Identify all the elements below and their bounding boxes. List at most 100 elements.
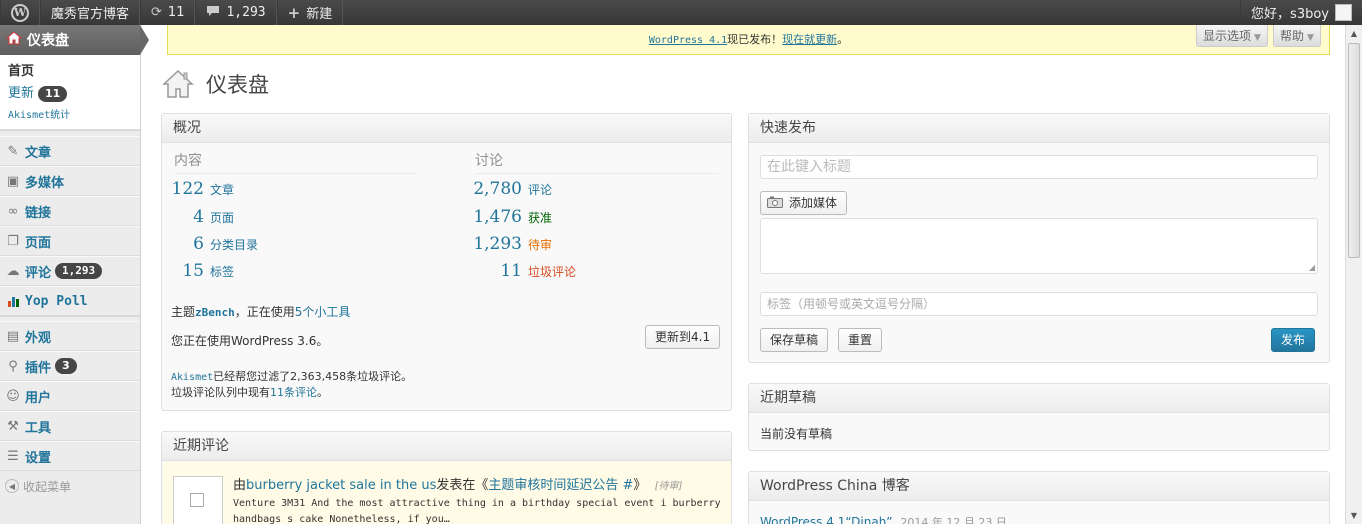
dropdown-arrow-icon: ▼	[1307, 33, 1314, 43]
updates-count-badge: 11	[38, 86, 68, 102]
wp-logo-button[interactable]: W	[0, 0, 40, 25]
users-icon: ☺	[6, 388, 20, 404]
updates-link[interactable]: ⟳ 11	[140, 0, 196, 25]
comment-author-link[interactable]: burberry jacket sale in the us	[246, 478, 436, 493]
menu-tools[interactable]: ⚒ 工具	[0, 411, 140, 441]
site-name-link[interactable]: 魔秀官方博客	[40, 0, 141, 25]
menu-pages[interactable]: ❐ 页面	[0, 226, 140, 256]
my-account-link[interactable]: 您好，s3boy	[1240, 0, 1362, 25]
pending-status: [待审]	[654, 481, 683, 492]
page-scrollbar[interactable]: ▲ ▼	[1345, 25, 1362, 524]
discussion-row[interactable]: 1,476 获准	[470, 207, 552, 227]
menu-appearance[interactable]: ▤ 外观	[0, 321, 140, 351]
feed-item-date: 2014 年 12 月 23 日	[900, 516, 1007, 524]
publish-button[interactable]: 发布	[1271, 328, 1316, 352]
recent-drafts-widget: 近期草稿 当前没有草稿	[748, 383, 1330, 451]
dropdown-arrow-icon: ▼	[1254, 33, 1261, 43]
discussion-row[interactable]: 11 垃圾评论	[470, 261, 576, 281]
wordpress-china-widget: WordPress China 博客 WordPress 4.1“Dinah” …	[748, 471, 1330, 524]
feed-item-link[interactable]: WordPress 4.1“Dinah”	[760, 515, 893, 524]
menu-comments[interactable]: ☁ 评论 1,293	[0, 256, 140, 286]
post-title-input[interactable]: 在此键入标题	[760, 155, 1318, 179]
content-row[interactable]: 6 分类目录	[170, 234, 258, 254]
admin-bar: W 魔秀官方博客 ⟳ 11 1,293 + 新建 您好，s3boy	[0, 0, 1362, 25]
plugins-count-badge: 3	[55, 358, 77, 374]
dashboard-icon	[5, 31, 23, 49]
scroll-down-icon[interactable]: ▼	[1346, 507, 1362, 524]
appearance-icon: ▤	[6, 328, 20, 344]
comment-item: 由burberry jacket sale in the us发表在《主题审核时…	[163, 462, 731, 524]
menu-dashboard[interactable]: 仪表盘	[0, 25, 149, 55]
resize-handle-icon: ◢	[1308, 263, 1315, 272]
update-now-link[interactable]: 现在就更新	[782, 33, 837, 46]
spam-queue-info: 垃圾评论队列中现有11条评论。	[171, 386, 328, 399]
links-icon: ∞	[7, 203, 19, 219]
pushpin-icon: ✎	[7, 143, 19, 159]
dashboard-submenu: 首页 更新 11 Akismet统计	[0, 55, 140, 130]
content-row[interactable]: 122 文章	[170, 179, 234, 199]
content-column-header: 内容	[174, 150, 418, 174]
media-icon: ▣	[6, 173, 20, 189]
help-button[interactable]: 帮助 ▼	[1273, 25, 1321, 47]
speech-bubble-icon	[206, 5, 220, 21]
discussion-column-header: 讨论	[475, 150, 719, 174]
wordpress-version-link[interactable]: WordPress 4.1	[649, 35, 727, 46]
discussion-row[interactable]: 2,780 评论	[470, 179, 552, 199]
comment-excerpt-line: handbags s cake Nonetheless, if you…	[233, 514, 450, 524]
update-to-4-1-button[interactable]: 更新到4.1	[645, 325, 721, 349]
wordpress-logo-icon: W	[11, 3, 29, 22]
screen-options-button[interactable]: 显示选项 ▼	[1196, 25, 1268, 47]
no-drafts-message: 当前没有草稿	[760, 427, 833, 441]
content-row[interactable]: 4 页面	[170, 207, 234, 227]
akismet-link[interactable]: Akismet	[171, 372, 213, 383]
submenu-updates[interactable]: 更新 11	[8, 83, 140, 105]
comments-count-badge: 1,293	[55, 263, 103, 279]
recent-drafts-title[interactable]: 近期草稿	[749, 384, 1329, 413]
comments-link[interactable]: 1,293	[195, 0, 277, 25]
collapse-arrow-icon: ◀	[5, 479, 19, 493]
comment-meta: 由burberry jacket sale in the us发表在《主题审核时…	[233, 478, 683, 493]
menu-yop-poll[interactable]: Yop Poll	[0, 286, 140, 316]
scrollbar-thumb[interactable]	[1348, 43, 1360, 258]
admin-menu: 仪表盘 首页 更新 11 Akismet统计 ✎ 文章 ▣ 多媒体 ∞ 链接 ❐ 页面 ☁…	[0, 25, 149, 524]
tags-input[interactable]: 标签（用顿号或英文逗号分隔）	[760, 292, 1318, 316]
comments-icon: ☁	[6, 263, 20, 279]
tools-icon: ⚒	[7, 418, 19, 434]
menu-settings[interactable]: ☰ 设置	[0, 441, 140, 471]
add-media-button[interactable]: 添加媒体	[760, 191, 848, 215]
overview-widget: 概况 内容 讨论 122 文章 4 页面 6 分类目录 15 标签 2,780 评论 1,…	[161, 113, 732, 411]
menu-posts[interactable]: ✎ 文章	[0, 136, 140, 166]
comment-post-link[interactable]: 主题审核时间延迟公告 #	[488, 478, 633, 493]
akismet-info: Akismet已经帮您过滤了2,363,458条垃圾评论。	[171, 370, 413, 383]
save-draft-button[interactable]: 保存草稿	[760, 328, 829, 352]
menu-media[interactable]: ▣ 多媒体	[0, 166, 140, 196]
submenu-home[interactable]: 首页	[8, 61, 140, 83]
discussion-row[interactable]: 1,293 待审	[470, 234, 552, 254]
content-row[interactable]: 15 标签	[170, 261, 234, 281]
quick-press-title[interactable]: 快速发布	[749, 114, 1329, 143]
overview-title[interactable]: 概况	[162, 114, 731, 143]
theme-link[interactable]: zBench	[195, 306, 235, 319]
camera-icon	[767, 193, 783, 215]
spam-queue-link[interactable]: 11条评论	[270, 386, 317, 399]
broken-image-icon	[190, 493, 204, 507]
reset-button[interactable]: 重置	[838, 328, 883, 352]
comment-avatar	[173, 476, 223, 524]
avatar	[1335, 4, 1352, 21]
pages-icon: ❐	[7, 233, 19, 249]
menu-plugins[interactable]: ⚲ 插件 3	[0, 351, 140, 381]
feed-item: WordPress 4.1“Dinah” 2014 年 12 月 23 日	[760, 514, 1007, 524]
menu-links[interactable]: ∞ 链接	[0, 196, 140, 226]
post-content-textarea[interactable]: ◢	[760, 218, 1318, 274]
poll-icon	[5, 293, 21, 309]
recent-comments-title[interactable]: 近期评论	[162, 432, 731, 461]
submenu-akismet[interactable]: Akismet统计	[8, 105, 140, 125]
wordpress-china-title[interactable]: WordPress China 博客	[749, 472, 1329, 501]
menu-users[interactable]: ☺ 用户	[0, 381, 140, 411]
comment-excerpt-line: Venture 3M31 And the most attractive thi…	[233, 498, 721, 509]
dashboard-house-icon	[162, 68, 194, 100]
collapse-menu-button[interactable]: ◀ 收起菜单	[0, 471, 140, 501]
widgets-link[interactable]: 5个小工具	[295, 305, 351, 319]
new-content-link[interactable]: + 新建	[276, 0, 344, 25]
scroll-up-icon[interactable]: ▲	[1346, 25, 1362, 42]
